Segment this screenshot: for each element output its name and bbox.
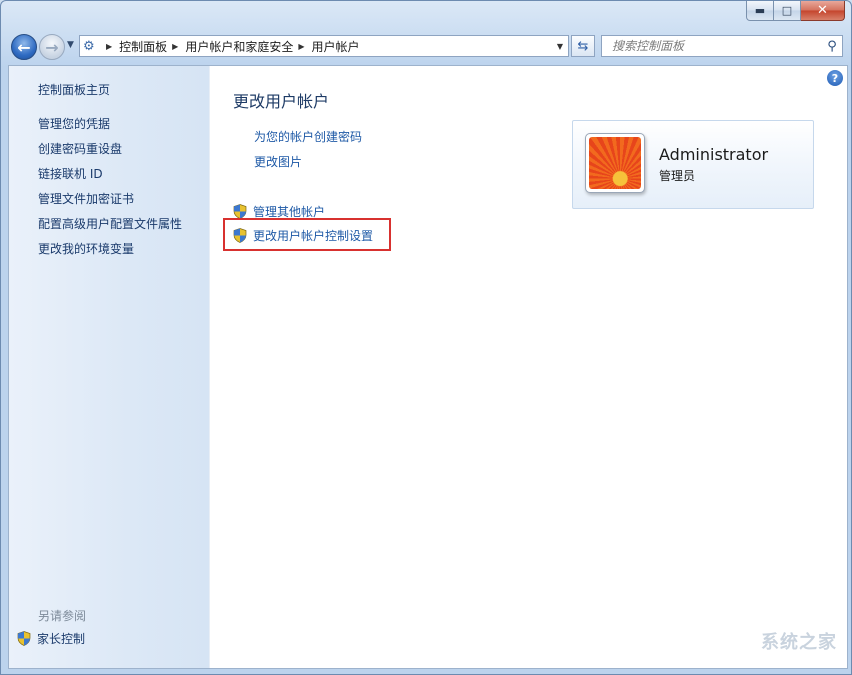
user-role: 管理员 [659,169,696,183]
chevron-right-icon[interactable]: ▶ [298,42,304,51]
uac-shield-icon [233,204,247,219]
change-picture-link[interactable]: 更改图片 [254,153,302,170]
user-name: Administrator [659,145,769,164]
help-icon[interactable]: ? [827,70,843,86]
refresh-icon: ⇆ [577,38,589,54]
see-also-heading: 另请参阅 [38,609,87,623]
maximize-button[interactable]: □ [774,1,801,21]
uac-shield-icon [17,631,31,646]
avatar-picture [589,137,641,189]
sidebar-item-password-reset-disk[interactable]: 创建密码重设盘 [38,141,182,166]
watermark: 系统之家 [761,632,837,653]
breadcrumb-user-accounts-family-safety[interactable]: 用户帐户和家庭安全 [185,38,293,55]
control-panel-window: ▬ □ ✕ ← → ▼ ⚙ ▶ 控制面板 ▶ 用户帐户和家庭安全 ▶ 用户帐户 … [0,0,852,675]
search-box[interactable]: ⚲ [601,35,843,57]
close-button[interactable]: ✕ [801,1,845,21]
address-dropdown-icon[interactable]: ▼ [552,36,568,56]
content-area: 控制面板主页 管理您的凭据 创建密码重设盘 链接联机 ID 管理文件加密证书 配… [8,65,848,669]
navigation-bar: ← → ▼ ⚙ ▶ 控制面板 ▶ 用户帐户和家庭安全 ▶ 用户帐户 ▼ ⇆ ⚲ [1,31,851,65]
sidebar-task-list: 管理您的凭据 创建密码重设盘 链接联机 ID 管理文件加密证书 配置高级用户配置… [38,116,182,266]
minimize-button[interactable]: ▬ [746,1,774,21]
breadcrumb-control-panel[interactable]: 控制面板 [119,38,167,55]
sidebar-item-label: 家长控制 [37,632,86,646]
chevron-right-icon[interactable]: ▶ [106,42,112,51]
back-button[interactable]: ← [11,34,37,60]
highlight-box [223,218,391,251]
recent-pages-dropdown[interactable]: ▼ [67,40,74,50]
page-title: 更改用户帐户 [233,92,330,111]
control-panel-icon: ⚙ [83,38,95,54]
refresh-button[interactable]: ⇆ [571,35,595,57]
address-bar[interactable]: ⚙ ▶ 控制面板 ▶ 用户帐户和家庭安全 ▶ 用户帐户 ▼ [79,35,569,57]
breadcrumb-user-accounts[interactable]: 用户帐户 [312,38,360,55]
chevron-right-icon[interactable]: ▶ [172,42,178,51]
avatar[interactable] [585,133,645,193]
sidebar-item-parental-controls[interactable]: 家长控制 [17,630,85,647]
sidebar-item-advanced-profile[interactable]: 配置高级用户配置文件属性 [38,216,182,241]
user-account-card: Administrator 管理员 [572,120,814,209]
sidebar-item-encryption-certificates[interactable]: 管理文件加密证书 [38,191,182,216]
sidebar-home-link[interactable]: 控制面板主页 [38,81,110,98]
sidebar: 控制面板主页 管理您的凭据 创建密码重设盘 链接联机 ID 管理文件加密证书 配… [9,66,210,668]
forward-button[interactable]: → [39,34,65,60]
search-icon[interactable]: ⚲ [822,39,842,54]
caption-buttons: ▬ □ ✕ [746,1,845,21]
sidebar-item-manage-credentials[interactable]: 管理您的凭据 [38,116,182,141]
sidebar-item-link-online-id[interactable]: 链接联机 ID [38,166,182,191]
create-password-link[interactable]: 为您的帐户创建密码 [254,128,362,145]
search-input[interactable] [602,38,822,54]
sidebar-item-environment-variables[interactable]: 更改我的环境变量 [38,241,182,266]
